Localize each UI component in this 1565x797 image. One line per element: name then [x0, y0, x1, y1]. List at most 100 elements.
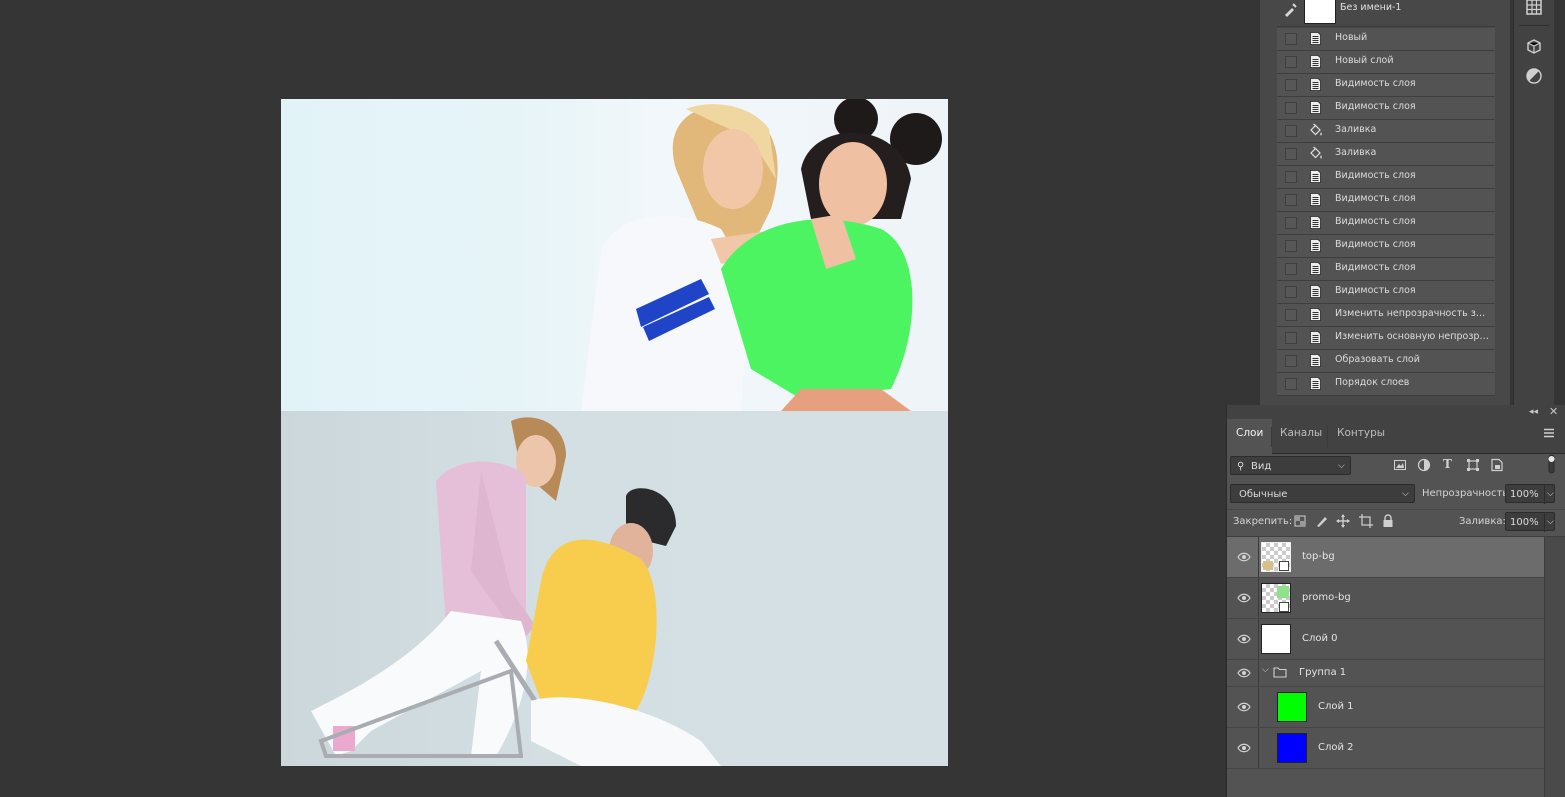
history-item-label: Видимость слоя — [1335, 285, 1416, 296]
panel-menu-icon[interactable] — [1543, 428, 1555, 441]
lock-artboard-icon[interactable] — [1359, 514, 1373, 531]
history-item[interactable]: Видимость слоя — [1277, 74, 1495, 97]
layers-scrollbar[interactable] — [1544, 537, 1565, 797]
history-checkbox[interactable] — [1285, 148, 1297, 160]
adjustments-icon[interactable] — [1525, 67, 1543, 85]
paint-bucket-icon — [1308, 123, 1323, 138]
history-item-label: Новый — [1335, 32, 1368, 43]
history-item-label: Видимость слоя — [1335, 101, 1416, 112]
visibility-eye-icon[interactable] — [1237, 593, 1251, 603]
visibility-eye-icon[interactable] — [1237, 552, 1251, 562]
history-checkbox[interactable] — [1285, 309, 1297, 321]
history-item-label: Видимость слоя — [1335, 78, 1416, 89]
history-item[interactable]: Образовать слой — [1277, 350, 1495, 373]
history-checkbox[interactable] — [1285, 286, 1297, 298]
history-item[interactable]: Видимость слоя — [1277, 258, 1495, 281]
tab-paths[interactable]: Контуры — [1328, 419, 1394, 453]
document-icon — [1308, 77, 1323, 92]
filter-shape-icon[interactable] — [1466, 458, 1480, 475]
history-checkbox[interactable] — [1285, 79, 1297, 91]
layer-name: promo-bg — [1302, 592, 1351, 603]
history-item[interactable]: Новый — [1277, 28, 1495, 51]
tab-layers[interactable]: Слои — [1227, 419, 1273, 454]
chevron-down-icon[interactable]: ⌵ — [1544, 513, 1554, 532]
history-checkbox[interactable] — [1285, 56, 1297, 68]
3d-cube-icon[interactable] — [1525, 38, 1543, 56]
history-item[interactable]: Изменить непрозрачность за... — [1277, 304, 1495, 327]
history-checkbox[interactable] — [1285, 33, 1297, 45]
history-checkbox[interactable] — [1285, 378, 1297, 390]
history-checkbox[interactable] — [1285, 240, 1297, 252]
tab-channels[interactable]: Каналы — [1271, 419, 1331, 453]
blend-mode-select[interactable]: Обычные ⌵ — [1230, 484, 1415, 503]
history-item[interactable]: Порядок слоев — [1277, 373, 1495, 396]
history-item-label: Изменить основную непрозра... — [1335, 331, 1490, 342]
document-canvas[interactable] — [281, 99, 948, 766]
layer-filter-select[interactable]: ⚲ Вид ⌵ — [1230, 456, 1351, 475]
filter-smart-object-icon[interactable] — [1490, 458, 1504, 475]
grid-icon[interactable] — [1525, 0, 1543, 16]
history-checkbox[interactable] — [1285, 263, 1297, 275]
visibility-eye-icon[interactable] — [1237, 702, 1251, 712]
lock-transparency-icon[interactable] — [1294, 515, 1306, 530]
layer-row-layer-2[interactable]: Слой 2 — [1227, 728, 1544, 769]
panel-tabs: Слои Каналы Контуры — [1227, 419, 1565, 454]
history-item-label: Образовать слой — [1335, 354, 1420, 365]
history-item-label: Заливка — [1335, 147, 1377, 158]
history-item[interactable]: Видимость слоя — [1277, 281, 1495, 304]
document-icon — [1308, 330, 1323, 345]
opacity-input[interactable]: 100% ⌵ — [1505, 484, 1555, 504]
history-item[interactable]: Новый слой — [1277, 51, 1495, 74]
visibility-eye-icon[interactable] — [1237, 668, 1251, 678]
document-icon — [1308, 31, 1323, 46]
collapse-icon[interactable]: ◂◂ — [1529, 407, 1538, 417]
document-icon — [1308, 215, 1323, 230]
chevron-down-icon: ⌵ — [1338, 461, 1345, 471]
history-checkbox[interactable] — [1285, 171, 1297, 183]
history-snapshot[interactable]: Без имени-1 — [1277, 0, 1495, 27]
search-icon: ⚲ — [1237, 461, 1245, 472]
document-icon — [1308, 376, 1323, 391]
layer-row-group-1[interactable]: ⌵ Группа 1 — [1227, 660, 1544, 687]
lock-paint-icon[interactable] — [1315, 514, 1329, 531]
chevron-down-icon[interactable]: ⌵ — [1262, 665, 1269, 675]
photo-man-woman-chair — [311, 417, 721, 766]
photo-two-women — [581, 99, 942, 411]
history-item-label: Видимость слоя — [1335, 170, 1416, 181]
blend-mode-value: Обычные — [1239, 489, 1288, 500]
history-item[interactable]: Видимость слоя — [1277, 235, 1495, 258]
filter-adjustment-icon[interactable] — [1417, 458, 1431, 475]
history-item[interactable]: Видимость слоя — [1277, 189, 1495, 212]
history-checkbox[interactable] — [1285, 125, 1297, 137]
history-checkbox[interactable] — [1285, 217, 1297, 229]
history-checkbox[interactable] — [1285, 355, 1297, 367]
history-checkbox[interactable] — [1285, 194, 1297, 206]
history-item-label: Видимость слоя — [1335, 216, 1416, 227]
smart-object-badge-icon — [1279, 561, 1289, 571]
filter-pixel-icon[interactable] — [1393, 458, 1407, 475]
layers-panel: ◂◂ ✕ Слои Каналы Контуры ⚲ Вид ⌵ T Обычн… — [1226, 405, 1565, 797]
chevron-down-icon[interactable]: ⌵ — [1544, 485, 1554, 504]
lock-move-icon[interactable] — [1336, 514, 1350, 531]
history-checkbox[interactable] — [1285, 102, 1297, 114]
history-item[interactable]: Изменить основную непрозра... — [1277, 327, 1495, 350]
close-icon[interactable]: ✕ — [1549, 405, 1558, 418]
history-item[interactable]: Заливка — [1277, 143, 1495, 166]
history-item[interactable]: Видимость слоя — [1277, 97, 1495, 120]
filter-type-icon[interactable]: T — [1443, 457, 1452, 471]
history-item[interactable]: Видимость слоя — [1277, 212, 1495, 235]
layer-row-layer-0[interactable]: Слой 0 — [1227, 619, 1544, 660]
layer-row-promo-bg[interactable]: promo-bg — [1227, 578, 1544, 619]
history-item[interactable]: Видимость слоя — [1277, 166, 1495, 189]
promo-bg-image — [281, 411, 948, 766]
visibility-eye-icon[interactable] — [1237, 634, 1251, 644]
history-item[interactable]: Заливка — [1277, 120, 1495, 143]
visibility-eye-icon[interactable] — [1237, 743, 1251, 753]
filter-toggle-switch[interactable] — [1548, 454, 1555, 474]
layer-list: top-bg promo-bg Слой 0 ⌵ Группа 1 Слой 1… — [1227, 537, 1544, 777]
lock-all-icon[interactable] — [1382, 514, 1394, 531]
history-checkbox[interactable] — [1285, 332, 1297, 344]
fill-input[interactable]: 100% ⌵ — [1505, 512, 1555, 532]
layer-row-layer-1[interactable]: Слой 1 — [1227, 687, 1544, 728]
layer-row-top-bg[interactable]: top-bg — [1227, 537, 1544, 578]
